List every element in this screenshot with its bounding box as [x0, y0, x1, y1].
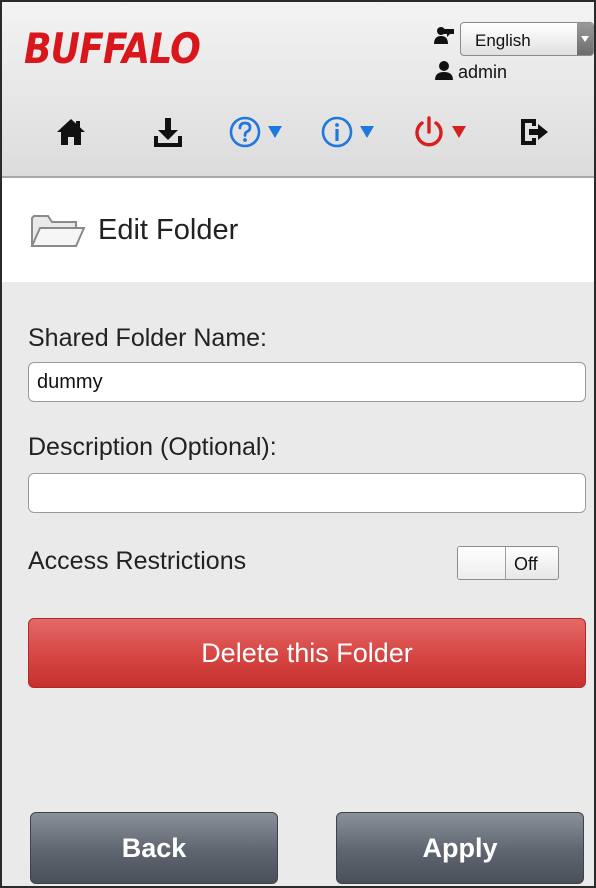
buffalo-logo: BUFFALO [24, 24, 201, 73]
info-menu-button[interactable] [320, 106, 374, 158]
app-frame: BUFFALO English admin Edit Folder Shared… [0, 0, 596, 888]
power-menu-button[interactable] [412, 106, 466, 158]
logout-button[interactable] [518, 106, 550, 158]
language-value: English [475, 31, 531, 50]
help-menu-button[interactable] [228, 106, 282, 158]
info-icon [321, 116, 353, 148]
access-restrictions-label: Access Restrictions [28, 547, 247, 575]
username-label: admin [458, 62, 508, 82]
page-header: Edit Folder [2, 178, 594, 282]
back-button[interactable]: Back [30, 812, 278, 884]
description-input[interactable] [28, 473, 586, 513]
language-select[interactable]: English [460, 22, 594, 56]
page-title: Edit Folder [98, 214, 239, 246]
language-icon [434, 27, 454, 44]
caret-down-icon [360, 126, 374, 138]
help-icon [229, 116, 261, 148]
folder-icon [30, 215, 86, 247]
caret-down-icon [452, 126, 466, 138]
logout-icon [521, 119, 548, 145]
user-icon [435, 61, 453, 80]
access-restrictions-toggle[interactable]: Off [457, 546, 559, 580]
header-bar: BUFFALO English admin [2, 2, 594, 178]
apply-button[interactable]: Apply [336, 812, 584, 884]
folder-name-label: Shared Folder Name: [28, 324, 268, 352]
home-icon [57, 119, 85, 145]
home-button[interactable] [56, 106, 86, 158]
toggle-knob [458, 547, 506, 579]
folder-name-input[interactable] [28, 362, 586, 402]
toggle-state-label: Off [514, 554, 538, 574]
description-label: Description (Optional): [28, 433, 277, 461]
power-icon [415, 116, 443, 147]
delete-folder-button[interactable]: Delete this Folder [28, 618, 586, 688]
caret-down-icon [268, 126, 282, 138]
download-icon [154, 118, 182, 147]
chevron-down-icon[interactable] [577, 23, 593, 55]
download-button[interactable] [152, 106, 184, 158]
toolbar [2, 106, 594, 158]
